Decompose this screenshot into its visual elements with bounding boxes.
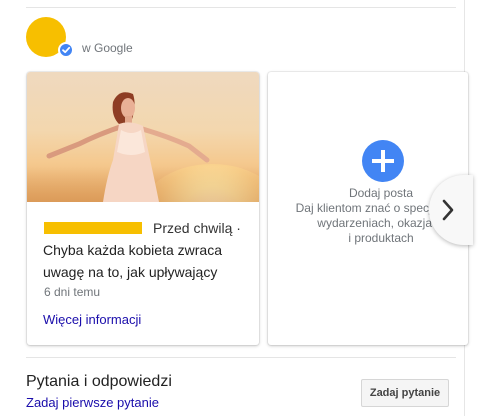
verified-badge-icon [58, 42, 74, 58]
author-name-redacted [44, 222, 142, 234]
in-google-label: w Google [82, 41, 133, 55]
post-age: 6 dni temu [44, 285, 101, 299]
more-info-link[interactable]: Więcej informacji [43, 312, 141, 327]
post-image [27, 72, 259, 202]
post-time: Przed chwilą · [153, 220, 241, 236]
ask-question-button[interactable]: Zadaj pytanie [361, 379, 449, 407]
woman-silhouette [46, 92, 210, 202]
add-post-button[interactable] [362, 140, 404, 182]
post-text: Chyba każda kobieta zwraca uwagę na to, … [43, 242, 222, 280]
qa-title: Pytania i odpowiedzi [26, 373, 172, 390]
business-profile-panel: w Google Przed chwilą · Chyba każda kobi… [0, 0, 468, 416]
chevron-right-icon [442, 199, 454, 221]
qa-divider [26, 357, 456, 358]
top-divider [26, 7, 456, 8]
ask-first-question-link[interactable]: Zadaj pierwsze pytanie [26, 395, 159, 410]
post-card[interactable]: Przed chwilą · Chyba każda kobieta zwrac… [27, 72, 259, 345]
plus-icon [372, 150, 394, 172]
